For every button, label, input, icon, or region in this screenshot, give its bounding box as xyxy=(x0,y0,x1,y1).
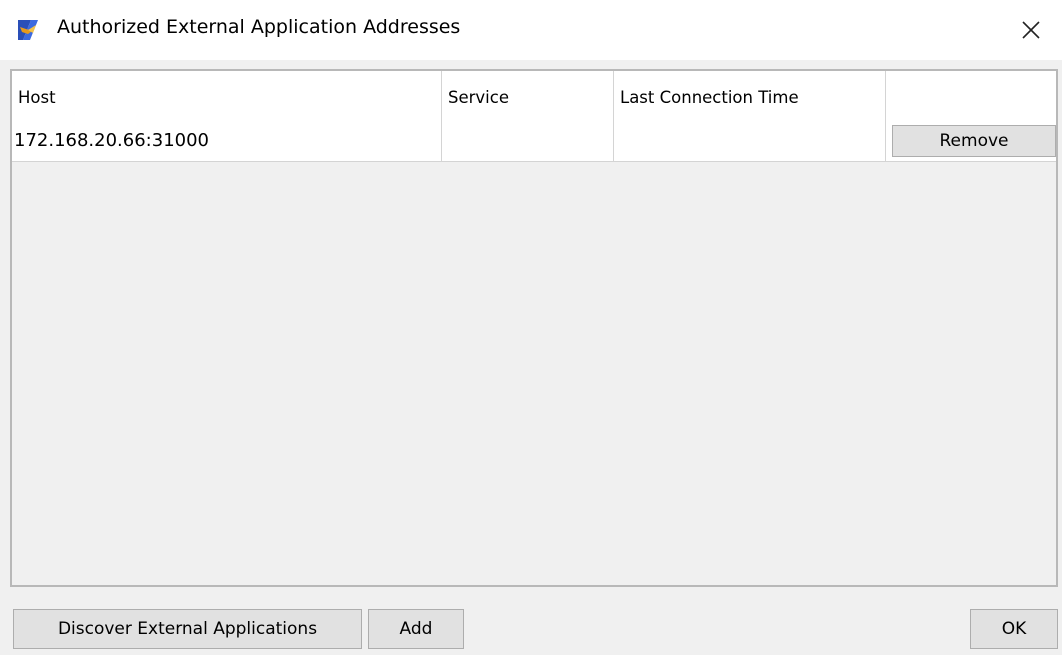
table-header: Host Service Last Connection Time xyxy=(12,71,1056,122)
cell-host[interactable]: 172.168.20.66:31000 xyxy=(12,121,442,161)
column-header-actions[interactable] xyxy=(886,71,1056,121)
ok-button[interactable]: OK xyxy=(970,609,1058,649)
cell-actions: Remove xyxy=(886,121,1056,161)
table-row[interactable]: 172.168.20.66:31000 Remove xyxy=(12,121,1056,162)
close-button[interactable] xyxy=(1000,0,1062,60)
app-icon xyxy=(16,19,40,41)
addresses-table: Host Service Last Connection Time 172.16… xyxy=(10,69,1058,587)
close-icon xyxy=(1022,21,1040,39)
column-header-last-connection-time[interactable]: Last Connection Time xyxy=(614,71,886,121)
column-header-host[interactable]: Host xyxy=(12,71,442,121)
title-bar: Authorized External Application Addresse… xyxy=(0,0,1062,60)
cell-service[interactable] xyxy=(442,121,614,161)
remove-button[interactable]: Remove xyxy=(892,125,1056,157)
window-title: Authorized External Application Addresse… xyxy=(57,16,461,38)
discover-external-applications-button[interactable]: Discover External Applications xyxy=(13,609,362,649)
add-button[interactable]: Add xyxy=(368,609,464,649)
cell-last-connection-time[interactable] xyxy=(614,121,886,161)
column-header-service[interactable]: Service xyxy=(442,71,614,121)
dialog-window: Authorized External Application Addresse… xyxy=(0,0,1062,655)
